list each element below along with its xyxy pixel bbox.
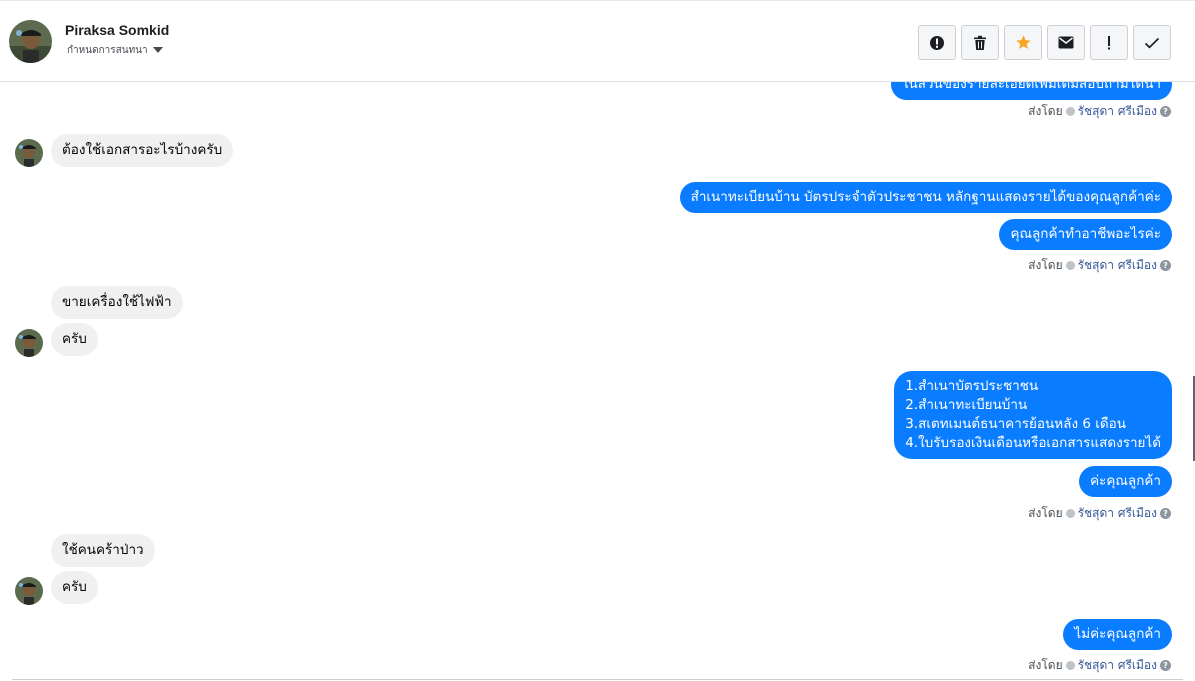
sent-by-label: ส่งโดย <box>1028 258 1063 272</box>
contact-avatar[interactable] <box>9 20 52 63</box>
document-list-item: 3.สเตทเมนต์ธนาคารย้อนหลัง 6 เดือน <box>905 416 1126 432</box>
done-button[interactable] <box>1133 25 1171 60</box>
sent-by-info: ส่งโดย รัชสุดา ศรีเมือง ? <box>1028 102 1171 121</box>
question-icon[interactable]: ? <box>1160 106 1171 117</box>
envelope-icon <box>1058 36 1074 49</box>
agent-status-icon <box>1065 107 1075 116</box>
contact-avatar-small <box>15 329 43 357</box>
conversation-header: Piraksa Somkid กำหนดการสนทนา <box>0 0 1195 82</box>
outgoing-message: ไม่ค่ะคุณลูกค้า <box>1063 619 1172 650</box>
question-icon[interactable]: ? <box>1160 660 1171 671</box>
incoming-message: ต้องใช้เอกสารอะไรบ้างครับ <box>51 134 234 167</box>
incoming-message: ขายเครื่องใช้ไฟฟ้า <box>51 286 183 319</box>
conversation-toolbar <box>918 25 1171 60</box>
incoming-message: ใช้คนคร้าป่าว <box>51 534 155 567</box>
checkmark-icon <box>1144 37 1160 48</box>
question-icon[interactable]: ? <box>1160 260 1171 271</box>
incoming-message: ครับ <box>51 323 98 356</box>
document-list-item: 4.ใบรับรองเงินเดือนหรือเอกสารแสดงรายได้ <box>905 435 1161 451</box>
sent-by-label: ส่งโดย <box>1028 506 1063 520</box>
agent-status-icon <box>1065 661 1075 670</box>
contact-avatar-small <box>15 139 43 167</box>
agent-name-link[interactable]: รัชสุดา ศรีเมือง <box>1078 256 1157 275</box>
outgoing-message: ค่ะคุณลูกค้า <box>1079 466 1172 497</box>
message-thread[interactable]: ในส่วนของรายละเอียดเพิ่มเติมสอบถามได้นา … <box>0 82 1195 681</box>
sent-by-info: ส่งโดย รัชสุดา ศรีเมือง ? <box>1028 504 1171 523</box>
sent-by-label: ส่งโดย <box>1028 658 1063 672</box>
agent-status-icon <box>1065 509 1075 518</box>
outgoing-message-document-list: 1.สำเนาบัตรประชาชน 2.สำเนาทะเบียนบ้าน 3.… <box>894 371 1172 459</box>
report-button[interactable] <box>918 25 956 60</box>
sent-by-info: ส่งโดย รัชสุดา ศรีเมือง ? <box>1028 256 1171 275</box>
document-list-item: 2.สำเนาทะเบียนบ้าน <box>905 397 1028 413</box>
agent-status-icon <box>1065 261 1075 270</box>
outgoing-message: ในส่วนของรายละเอียดเพิ่มเติมสอบถามได้นา <box>890 82 1172 100</box>
contact-avatar-small <box>15 577 43 605</box>
delete-button[interactable] <box>961 25 999 60</box>
star-icon <box>1015 35 1031 49</box>
conversation-status-dropdown[interactable]: กำหนดการสนทนา <box>67 43 163 57</box>
question-icon[interactable]: ? <box>1160 508 1171 519</box>
contact-name[interactable]: Piraksa Somkid <box>65 22 169 38</box>
sent-by-info: ส่งโดย รัชสุดา ศรีเมือง ? <box>1028 656 1171 675</box>
exclamation-icon <box>1108 35 1110 49</box>
star-button[interactable] <box>1004 25 1042 60</box>
exclamation-circle-icon <box>930 35 944 50</box>
outgoing-message: สำเนาทะเบียนบ้าน บัตรประจำตัวประชาชน หลั… <box>679 182 1172 213</box>
sent-by-label: ส่งโดย <box>1028 104 1063 118</box>
incoming-message: ครับ <box>51 571 98 604</box>
document-list-item: 1.สำเนาบัตรประชาชน <box>905 378 1039 394</box>
agent-name-link[interactable]: รัชสุดา ศรีเมือง <box>1078 656 1157 675</box>
agent-name-link[interactable]: รัชสุดา ศรีเมือง <box>1078 102 1157 121</box>
agent-name-link[interactable]: รัชสุดา ศรีเมือง <box>1078 504 1157 523</box>
outgoing-message: คุณลูกค้าทำอาชีพอะไรค่ะ <box>999 219 1172 250</box>
caret-down-icon <box>152 47 163 53</box>
important-button[interactable] <box>1090 25 1128 60</box>
mark-unread-button[interactable] <box>1047 25 1085 60</box>
conversation-status-label: กำหนดการสนทนา <box>67 44 148 56</box>
trash-icon <box>974 35 986 50</box>
